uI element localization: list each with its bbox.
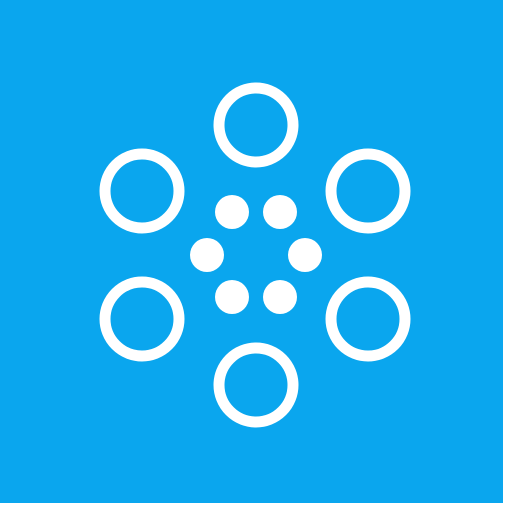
inner-dot-right xyxy=(288,238,322,272)
dotted-flower-icon xyxy=(0,0,503,503)
app-icon-tile[interactable] xyxy=(0,0,503,503)
inner-dot-lower-left xyxy=(215,280,249,314)
inner-dot-upper-left xyxy=(215,195,249,229)
inner-dot-upper-right xyxy=(263,195,297,229)
inner-dot-lower-right xyxy=(263,280,297,314)
icon-background xyxy=(0,0,503,503)
inner-dot-left xyxy=(190,238,224,272)
